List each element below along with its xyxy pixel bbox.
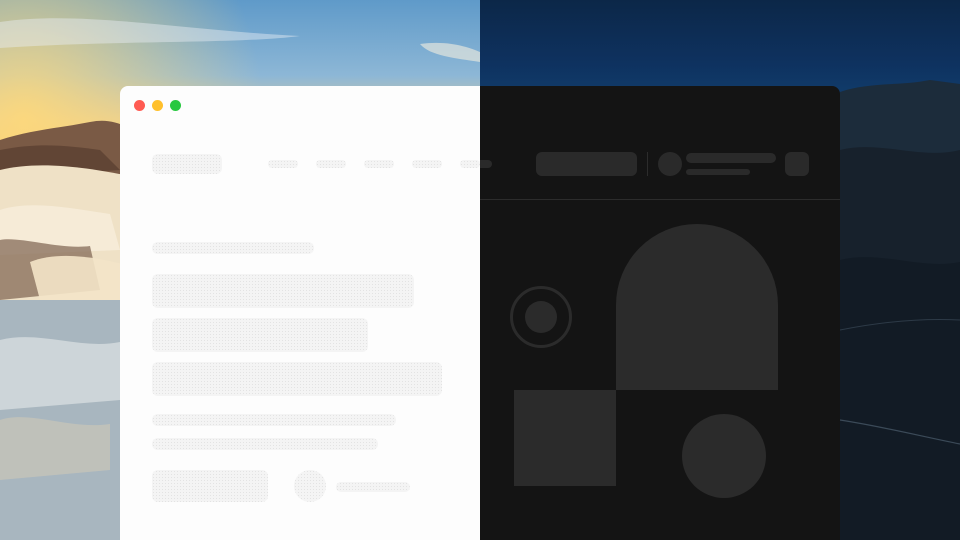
window-controls — [134, 100, 181, 111]
play-label[interactable] — [336, 482, 410, 492]
nav-item-5[interactable] — [460, 160, 480, 168]
eyebrow-text — [152, 242, 314, 254]
headline-line-2 — [152, 318, 368, 352]
user-name[interactable] — [686, 153, 776, 163]
app-window-light — [120, 86, 480, 540]
nav-item-3[interactable] — [364, 160, 394, 168]
maximize-button[interactable] — [170, 100, 181, 111]
nav-item-5-dark[interactable] — [480, 160, 492, 168]
minimize-button[interactable] — [152, 100, 163, 111]
body-line-1 — [152, 414, 396, 426]
menu-button[interactable] — [785, 152, 809, 176]
nav-item-4[interactable] — [412, 160, 442, 168]
nav-item-1[interactable] — [268, 160, 298, 168]
headline-line-3 — [152, 362, 442, 396]
search-input[interactable] — [536, 152, 637, 176]
logo-placeholder[interactable] — [152, 154, 222, 174]
header-border — [480, 199, 840, 200]
square-shape — [514, 390, 616, 486]
circle-shape — [682, 414, 766, 498]
user-subtitle — [686, 169, 750, 175]
play-button[interactable] — [294, 470, 326, 502]
primary-cta-button[interactable] — [152, 470, 268, 502]
app-window-dark — [480, 86, 840, 540]
headline-line-1 — [152, 274, 414, 308]
ring-circle-inner — [525, 301, 557, 333]
nav-item-2[interactable] — [316, 160, 346, 168]
avatar[interactable] — [658, 152, 682, 176]
header-divider — [647, 152, 648, 176]
arch-shape — [616, 224, 778, 390]
close-button[interactable] — [134, 100, 145, 111]
body-line-2 — [152, 438, 378, 450]
